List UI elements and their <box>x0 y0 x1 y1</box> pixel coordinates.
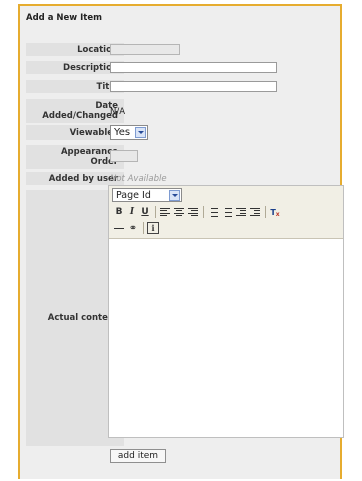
bold-button[interactable]: B <box>113 206 125 218</box>
panel-title: Add a New Item <box>26 13 102 23</box>
date-value: N/A <box>110 107 126 117</box>
chevron-down-icon[interactable] <box>169 190 180 201</box>
remove-format-icon[interactable]: Tx <box>269 206 281 218</box>
underline-button[interactable]: U <box>139 206 151 218</box>
date-label-line2: Added/Changed <box>42 111 118 121</box>
appearance-order-field[interactable] <box>110 150 138 162</box>
indent-icon[interactable] <box>249 206 261 218</box>
toolbar-separator <box>203 206 204 218</box>
format-select[interactable]: Page Id <box>112 188 182 202</box>
align-left-icon[interactable] <box>159 206 171 218</box>
title-field[interactable] <box>110 81 277 92</box>
toolbar-separator <box>143 222 144 234</box>
outdent-icon[interactable] <box>235 206 247 218</box>
toolbar-separator <box>265 206 266 218</box>
viewable-value: Yes <box>114 127 131 138</box>
ordered-list-icon[interactable] <box>207 206 219 218</box>
format-select-value: Page Id <box>116 189 151 201</box>
align-right-icon[interactable] <box>187 206 199 218</box>
viewable-select[interactable]: Yes <box>110 125 148 140</box>
added-by-value: Not Available <box>110 174 167 184</box>
horizontal-rule-icon[interactable] <box>113 222 125 234</box>
bullet-list-icon[interactable] <box>221 206 233 218</box>
description-field[interactable] <box>110 62 277 73</box>
editor-toolbar: Page Id B I U Tx ⚭ i <box>109 186 343 239</box>
italic-button[interactable]: I <box>126 206 138 218</box>
content-editor-area[interactable] <box>110 239 342 436</box>
toolbar-separator <box>155 206 156 218</box>
chevron-down-icon[interactable] <box>135 127 146 138</box>
align-center-icon[interactable] <box>173 206 185 218</box>
info-icon[interactable]: i <box>147 222 159 234</box>
location-field[interactable] <box>110 44 180 55</box>
add-item-button[interactable]: add item <box>110 449 166 463</box>
link-icon[interactable]: ⚭ <box>127 222 139 234</box>
content-editor: Page Id B I U Tx ⚭ i <box>108 185 344 438</box>
